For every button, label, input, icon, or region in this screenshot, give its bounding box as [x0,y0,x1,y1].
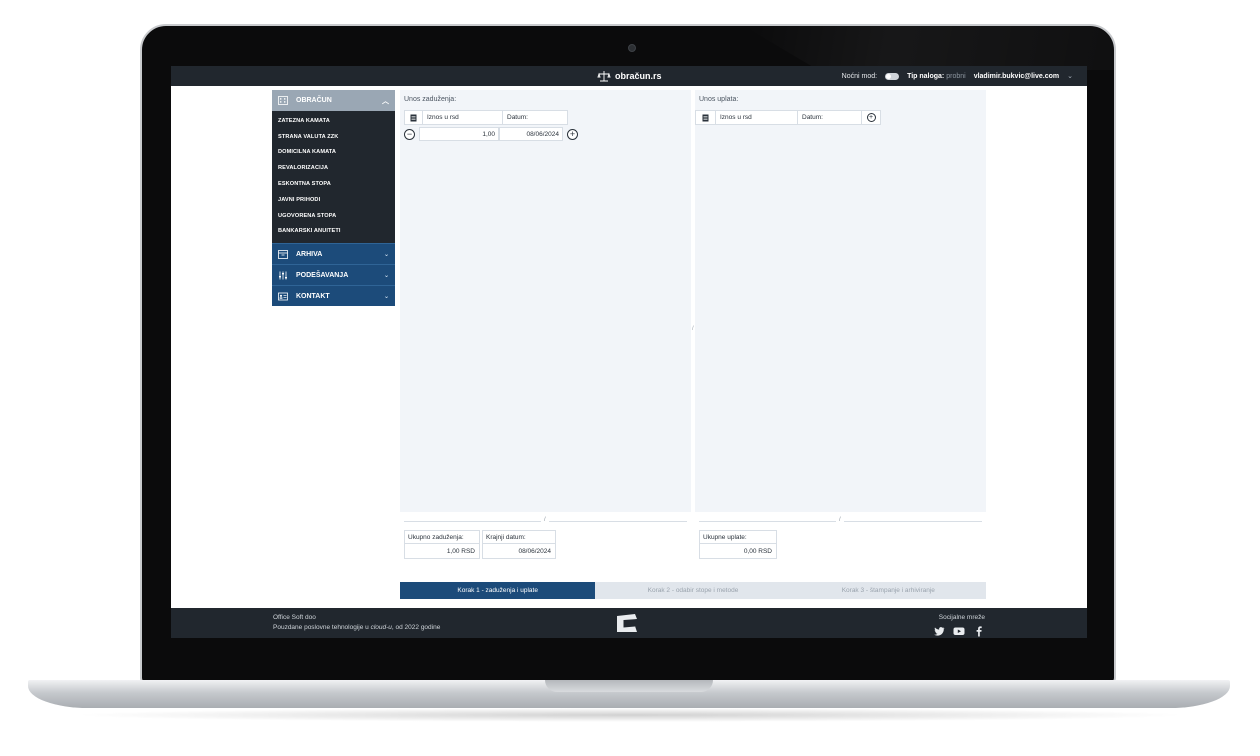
topbar-right: Noćni mod: Tip naloga: probni vladimir.b… [842,66,1073,86]
end-date-label: Krajnji datum: [483,531,555,544]
brand[interactable]: obračun.rs [597,68,662,84]
app-screen: obračun.rs Noćni mod: Tip naloga: probni… [171,66,1087,638]
account-type-value: probni [946,72,966,80]
payments-panel: Unos uplata: Iznos u rsd Datum: + [695,90,986,568]
sidebar-item-domicilna-kamata[interactable]: DOMICILNA KAMATA [272,145,395,161]
sidebar-section-podesavanja[interactable]: PODEŠAVANJA ⌄ [272,264,395,286]
total-debits-cell: Ukupno zaduženja: 1,00 RSD [404,530,480,559]
company-tagline: Pouzdane poslovne tehnologije u cloud-u,… [273,624,441,631]
sidebar-section-arhiva[interactable]: ARHIVA ⌄ [272,243,395,265]
chevron-up-icon[interactable]: ︿ [382,96,389,106]
total-payments-value: 0,00 RSD [743,547,772,555]
social-links [933,625,985,637]
facebook-icon[interactable] [973,625,985,637]
chevron-down-icon: ⌄ [383,293,389,300]
debits-col-date: Datum: [507,114,528,121]
social-label: Socijalne mreže [938,614,985,621]
add-payment-button[interactable]: + [862,111,880,124]
debit-row: − 1,00 08/06/2024 + [404,127,578,141]
end-date-value[interactable]: 08/06/2024 [483,544,555,558]
sidebar-item-zatezna-kamata[interactable]: ZATEZNA KAMATA [272,113,395,129]
contact-card-icon [278,292,288,301]
calculator-icon [278,96,288,105]
user-email[interactable]: vladimir.bukvic@live.com [974,73,1059,80]
laptop-base [28,680,1230,708]
brand-name: obračun.rs [615,71,662,81]
chevron-down-icon: ⌄ [383,272,389,279]
total-debits-label: Ukupno zaduženja: [405,531,479,544]
plus-circle-icon: + [866,113,876,122]
sidebar-header-obracun[interactable]: OBRAČUN ︿ [272,90,395,111]
chevron-down-icon: ⌄ [383,251,389,258]
twitter-icon[interactable] [933,625,945,637]
debits-title: Unos zaduženja: [404,96,457,103]
total-debits-value: 1,00 RSD [446,547,475,555]
scales-logo-icon [597,71,611,82]
sidebar-item-revalorizacija[interactable]: REVALORIZACIJA [272,160,395,176]
account-type-label: Tip naloga: [907,72,945,80]
sidebar-header-label: OBRAČUN [296,97,332,104]
camera-icon [628,44,636,52]
sidebar-item-javni-prihodi[interactable]: JAVNI PRIHODI [272,192,395,208]
step-bar: Korak 1 - zaduženja i uplate Korak 2 - o… [400,582,986,599]
payments-totals-grid: Ukupne uplate: 0,00 RSD [699,530,777,559]
document-icon [405,111,423,124]
top-bar: obračun.rs Noćni mod: Tip naloga: probni… [171,66,1087,86]
payments-table-header: Iznos u rsd Datum: + [695,110,881,125]
footer-right: Socijalne mreže [933,613,985,637]
sidebar-list: ZATEZNA KAMATA STRANA VALUTA ZZK DOMICIL… [272,111,395,244]
night-mode-toggle[interactable] [885,72,900,80]
laptop-shadow [70,708,1190,722]
payments-title: Unos uplata: [699,96,739,103]
debits-col-amount: Iznos u rsd [423,111,503,124]
sidebar: OBRAČUN ︿ ZATEZNA KAMATA STRANA VALUTA Z… [272,90,395,307]
archive-icon [278,249,288,259]
add-row-button[interactable]: + [567,128,578,140]
chevron-down-icon[interactable]: ⌄ [1067,72,1073,80]
step-1-tab[interactable]: Korak 1 - zaduženja i uplate [400,582,596,599]
laptop-notch [545,680,713,692]
totals-divider: / [695,517,986,524]
end-date-cell: Krajnji datum: 08/06/2024 [482,530,556,559]
sidebar-item-bankarski-anuiteti[interactable]: BANKARSKI ANUITETI [272,224,395,240]
youtube-icon[interactable] [953,625,965,637]
document-icon [696,111,716,124]
payments-col-amount: Iznos u rsd [716,111,798,124]
totals-divider: / [400,517,691,524]
sidebar-item-ugovorena-stopa[interactable]: UGOVORENA STOPA [272,208,395,224]
payments-col-date: Datum: [798,111,862,124]
sidebar-section-kontakt[interactable]: KONTAKT ⌄ [272,285,395,307]
payments-totals: / Ukupne uplate: 0,00 RSD [695,512,986,568]
debits-table-header: Iznos u rsd Datum: [404,110,568,125]
panel-divider[interactable]: / [692,326,694,332]
night-mode-label: Noćni mod: [841,72,878,80]
debits-totals: / Ukupno zaduženja: 1,00 RSD Krajnji dat… [400,512,691,568]
debit-date-input[interactable]: 08/06/2024 [499,127,563,141]
total-payments-cell: Ukupne uplate: 0,00 RSD [699,530,777,559]
remove-row-button[interactable]: − [404,128,415,140]
company-logo-icon [617,614,637,632]
sidebar-item-eskontna-stopa[interactable]: ESKONTNA STOPA [272,176,395,192]
footer: Office Soft doo Pouzdane poslovne tehnol… [171,608,1087,638]
screen-glare [744,26,1114,70]
step-3-tab[interactable]: Korak 3 - štampanje i arhiviranje [791,582,986,599]
debit-amount-input[interactable]: 1,00 [419,127,499,141]
sidebar-item-strana-valuta[interactable]: STRANA VALUTA ZZK [272,129,395,145]
debits-panel: Unos zaduženja: Iznos u rsd Datum: − 1,0… [400,90,691,568]
footer-left: Office Soft doo Pouzdane poslovne tehnol… [273,613,440,633]
debits-totals-grid: Ukupno zaduženja: 1,00 RSD Krajnji datum… [404,530,556,559]
sliders-icon [279,271,287,280]
main-content: OBRAČUN ︿ ZATEZNA KAMATA STRANA VALUTA Z… [267,86,991,608]
total-payments-label: Ukupne uplate: [700,531,776,544]
step-2-tab[interactable]: Korak 2 - odabir stope i metode [595,582,790,599]
company-name: Office Soft doo [273,614,316,621]
